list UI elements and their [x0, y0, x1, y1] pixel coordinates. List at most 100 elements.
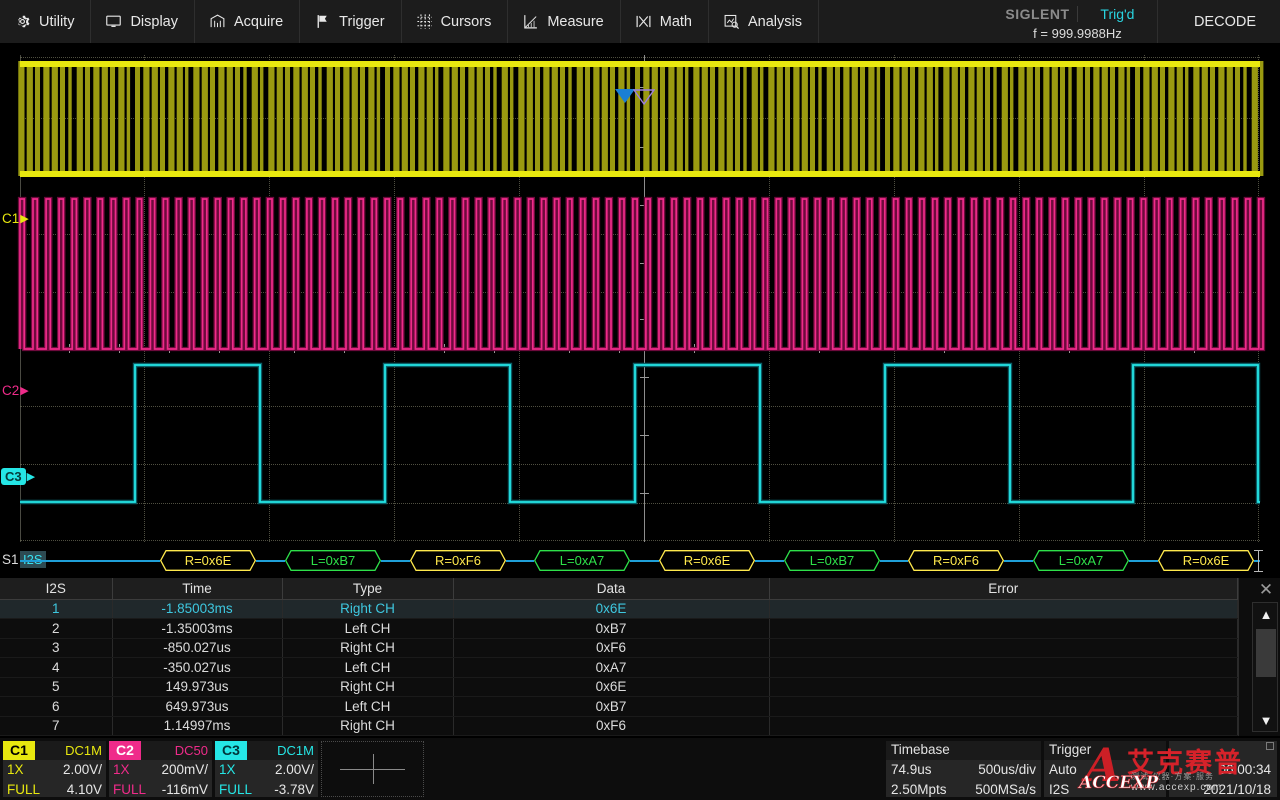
channel-status-c3-header: C3 DC1M: [215, 741, 318, 760]
menu-item-utility[interactable]: Utility: [0, 0, 91, 43]
scrollbar-thumb[interactable]: [1256, 629, 1276, 677]
menu-label-acquire: Acquire: [234, 14, 283, 30]
table-row[interactable]: 4-350.027usLeft CH0xA7: [0, 658, 1238, 678]
menu-item-math[interactable]: Math: [621, 0, 709, 43]
table-row[interactable]: 1-1.85003msRight CH0x6E: [0, 599, 1238, 619]
channel-status-c1-coupling[interactable]: DC1M: [65, 743, 102, 758]
channel-indicator-c1[interactable]: C1▶: [2, 211, 29, 226]
table-row[interactable]: 71.14997msRight CH0xF6: [0, 716, 1238, 736]
datetime-status: 06:00:34 2021/10/18: [1169, 741, 1277, 797]
menu-label-math: Math: [660, 14, 692, 30]
table-cell-time: -1.85003ms: [112, 599, 282, 619]
menu-item-trigger[interactable]: Trigger: [300, 0, 401, 43]
table-cell-data: 0x6E: [453, 677, 769, 697]
channel-status-c1[interactable]: C1 DC1M 1X 2.00V/ FULL 4.10V: [3, 741, 106, 797]
channel-status-c2-header: C2 DC50: [109, 741, 212, 760]
decode-packet-label: R=0xF6: [927, 553, 985, 568]
decode-packet[interactable]: L=0xA7: [534, 550, 630, 571]
decode-button[interactable]: DECODE: [1158, 0, 1280, 43]
trigger-mode: Auto: [1049, 760, 1077, 780]
column-header-error[interactable]: Error: [769, 578, 1238, 599]
timebase-samplerate: 500MSa/s: [975, 780, 1036, 800]
channel-status-c2-tag[interactable]: C2: [109, 741, 141, 760]
timebase-status[interactable]: Timebase 74.9us 500us/div 2.50Mpts 500MS…: [886, 741, 1041, 797]
empty-channel-slot[interactable]: [321, 741, 424, 797]
decode-end-cap: [1254, 571, 1263, 572]
trigger-status[interactable]: Trigger Auto I2S: [1044, 741, 1166, 797]
decode-packet[interactable]: L=0xB7: [285, 550, 381, 571]
trigger-row1: Auto: [1044, 760, 1166, 780]
chevron-down-icon[interactable]: ▼: [1253, 709, 1279, 731]
decode-results-table[interactable]: I2S Time Type Data Error 1-1.85003msRigh…: [0, 578, 1280, 736]
column-header-type[interactable]: Type: [282, 578, 453, 599]
table-scrollbar[interactable]: ▲ ▼: [1252, 602, 1278, 732]
clock-time: 06:00:34: [1169, 760, 1277, 780]
decode-packet[interactable]: L=0xA7: [1033, 550, 1129, 571]
channel-status-c3-row2: FULL -3.78V: [215, 780, 318, 800]
decode-packet[interactable]: R=0x6E: [1158, 550, 1254, 571]
decode-packet[interactable]: R=0x6E: [659, 550, 755, 571]
c1-sclk-trace: [18, 61, 1263, 177]
table-cell-data: 0xF6: [453, 638, 769, 658]
menu-item-analysis[interactable]: Analysis: [709, 0, 819, 43]
table-cell-idx: 2: [0, 619, 112, 639]
menu-item-display[interactable]: Display: [91, 0, 195, 43]
table-row[interactable]: 6649.973usLeft CH0xB7: [0, 697, 1238, 717]
chevron-up-icon[interactable]: ▲: [1253, 603, 1279, 625]
decode-packet[interactable]: R=0xF6: [908, 550, 1004, 571]
channel-status-c3-tag[interactable]: C3: [215, 741, 247, 760]
table-cell-idx: 3: [0, 638, 112, 658]
trigger-level-marker[interactable]: [633, 89, 655, 105]
channel-status-c2-scale: 200mV/: [161, 760, 208, 780]
decode-row-label: S1: [2, 552, 19, 567]
timebase-delay: 74.9us: [891, 760, 932, 780]
table-cell-type: Right CH: [282, 677, 453, 697]
menu-item-cursors[interactable]: Cursors: [402, 0, 509, 43]
trigger-position-marker[interactable]: [615, 89, 635, 103]
table-cell-type: Left CH: [282, 658, 453, 678]
table-row[interactable]: 3-850.027usRight CH0xF6: [0, 638, 1238, 658]
table-row[interactable]: 5149.973usRight CH0x6E: [0, 677, 1238, 697]
monitor-icon: [105, 13, 122, 30]
timebase-scale: 500us/div: [978, 760, 1036, 780]
decode-table: I2S Time Type Data Error 1-1.85003msRigh…: [0, 578, 1238, 736]
bottom-status-bar: C1 DC1M 1X 2.00V/ FULL 4.10V C2 DC50 1X …: [0, 738, 1280, 800]
channel-indicator-c2[interactable]: C2▶: [2, 383, 29, 398]
decode-button-label: DECODE: [1194, 14, 1256, 30]
channel-status-c2-coupling[interactable]: DC50: [175, 743, 208, 758]
table-cell-type: Left CH: [282, 619, 453, 639]
decode-packet[interactable]: L=0xB7: [784, 550, 880, 571]
menu-item-measure[interactable]: Measure: [508, 0, 620, 43]
table-cell-time: 149.973us: [112, 677, 282, 697]
table-cell-time: -350.027us: [112, 658, 282, 678]
trigger-state-label: Trig'd: [1078, 6, 1157, 22]
channel-indicator-c3[interactable]: C3▶: [1, 468, 35, 485]
decode-packet[interactable]: R=0xF6: [410, 550, 506, 571]
channel-status-c3[interactable]: C3 DC1M 1X 2.00V/ FULL -3.78V: [215, 741, 318, 797]
top-menu-bar: Utility Display Acquire Trigger: [0, 0, 1280, 43]
menu-label-trigger: Trigger: [339, 14, 384, 30]
column-header-data[interactable]: Data: [453, 578, 769, 599]
table-cell-type: Left CH: [282, 697, 453, 717]
column-header-time[interactable]: Time: [112, 578, 282, 599]
table-cell-type: Right CH: [282, 638, 453, 658]
table-cell-time: 649.973us: [112, 697, 282, 717]
column-header-index[interactable]: I2S: [0, 578, 112, 599]
waveform-display-area[interactable]: C1▶ C2▶ C3▶: [0, 43, 1280, 576]
timebase-title: Timebase: [886, 741, 1041, 760]
channel-status-c1-scale: 2.00V/: [63, 760, 102, 780]
menu-item-acquire[interactable]: Acquire: [195, 0, 300, 43]
siglent-logo: SIGLENT: [998, 6, 1078, 22]
channel-status-c1-tag[interactable]: C1: [3, 741, 35, 760]
decode-packet-label: R=0xF6: [429, 553, 487, 568]
channel-status-c2-row1: 1X 200mV/: [109, 760, 212, 780]
table-row[interactable]: 2-1.35003msLeft CH0xB7: [0, 619, 1238, 639]
timebase-memory: 2.50Mpts: [891, 780, 947, 800]
channel-status-c3-coupling[interactable]: DC1M: [277, 743, 314, 758]
table-cell-idx: 5: [0, 677, 112, 697]
decode-packet[interactable]: R=0x6E: [160, 550, 256, 571]
table-cell-data: 0xA7: [453, 658, 769, 678]
decode-packet-label: R=0x6E: [179, 553, 238, 568]
channel-status-c2[interactable]: C2 DC50 1X 200mV/ FULL -116mV: [109, 741, 212, 797]
close-icon[interactable]: ✕: [1255, 579, 1277, 599]
